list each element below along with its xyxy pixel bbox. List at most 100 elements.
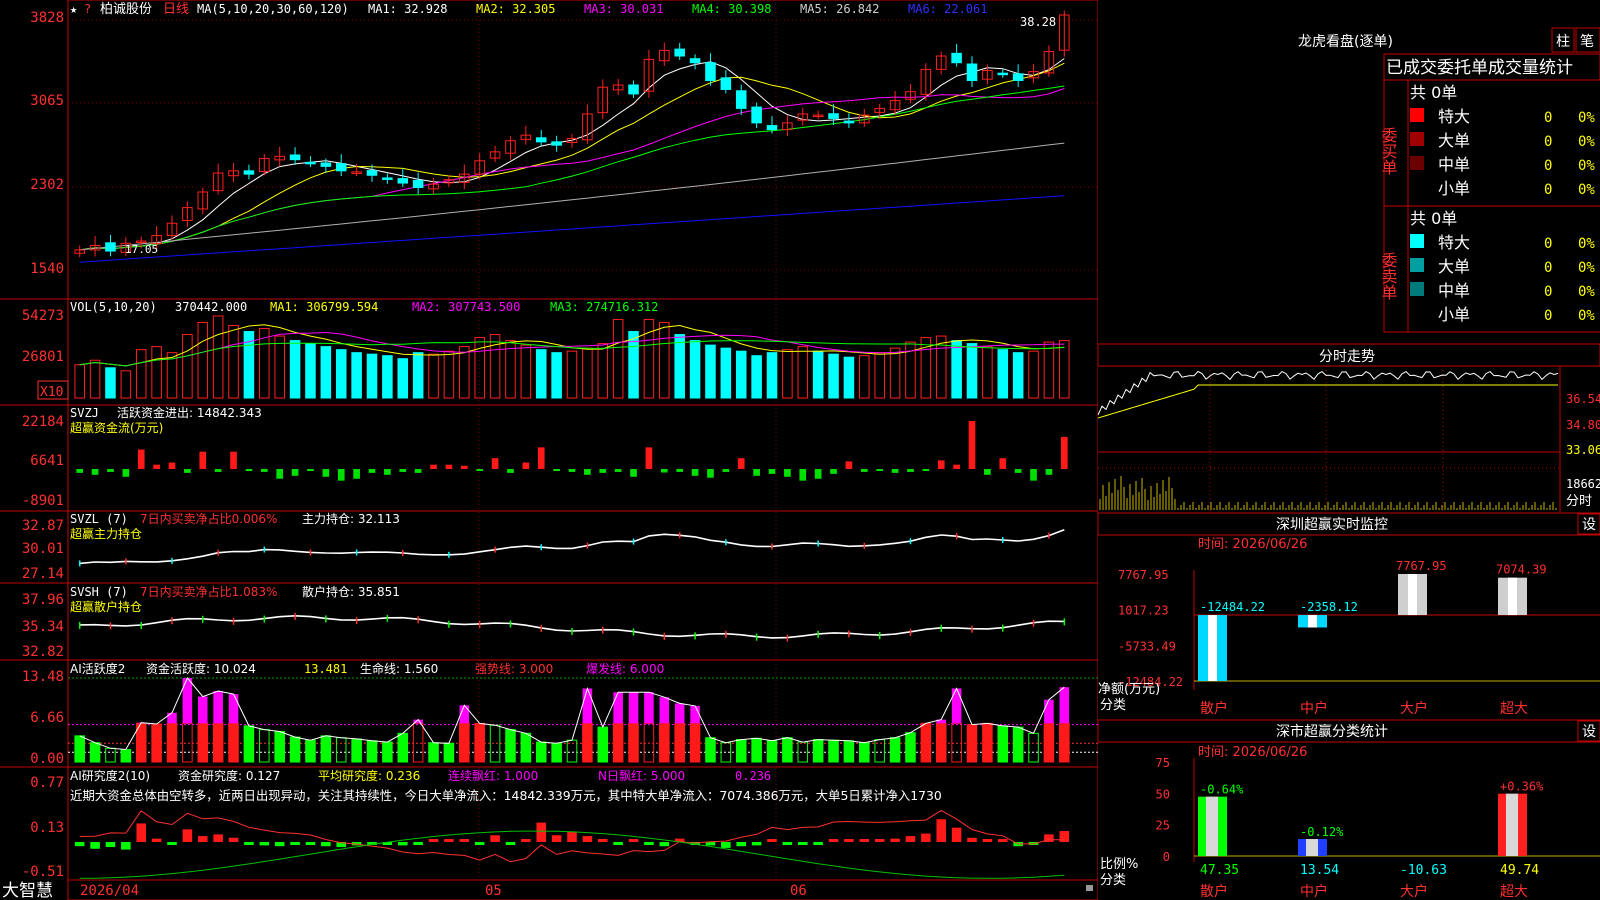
svzj-bar [799,469,807,481]
ai-active-bars [68,677,1098,763]
ai-active-bar [966,724,978,763]
candle-body [289,154,301,161]
lhb-title: 龙虎看盘(逐单) [1298,33,1393,50]
ai-y-tick-1: 13.48 [22,669,64,685]
svzj-bar [414,469,422,473]
buy-row-swatch [1410,132,1424,146]
low-price-label: 17.05 [125,243,158,256]
sell-row-name: 中单 [1438,281,1470,300]
svzl-y-tick-1: 32.87 [22,518,64,534]
ai-research-label2: 平均研究度: 0.236 [318,768,420,783]
candle-body [551,141,562,146]
intraday-chart[interactable] [1098,366,1561,512]
volume-bar [182,334,193,399]
period-label[interactable]: 日线 [163,2,189,17]
candle-body [1012,73,1024,82]
ai-active-bar [859,742,870,763]
ai-active-label3: 生命线: 1.560 [360,661,438,676]
ai-research-bar [798,842,808,845]
ma10-line [79,62,1065,251]
svzj-y-tick-1: 22184 [22,414,64,430]
ai-active-bar [443,742,455,763]
volume-bar [828,353,839,399]
ai-research-bar [305,842,316,845]
volume-bar [74,364,85,399]
ai-active-bar [920,722,932,763]
volume-bar [228,324,239,399]
volume-bar [889,347,901,399]
svzj-bar [1014,469,1022,473]
candle-body [320,162,332,167]
sz-classify-settings-label[interactable]: 设 [1582,724,1596,740]
ai-research-bar [782,842,793,845]
svzj-bar [614,469,622,472]
ai-research-bar [90,842,100,849]
ma-lines [79,58,1065,263]
ai-active-bar [689,722,701,763]
svzl-y-tick-3: 27.14 [22,566,64,582]
tab-volume-stats[interactable]: 成交量统计 [1488,58,1573,78]
sz-classify-value: 47.35 [1200,863,1239,878]
svzj-bar [891,469,899,473]
tab-orders[interactable]: 委托单 [1437,58,1488,78]
volume-bar [197,321,209,399]
res-y-tick-2: 0.13 [30,820,64,836]
tab-filled[interactable]: 已成交 [1386,58,1437,78]
ai-active-bar [182,722,193,763]
sz-monitor-title: 深圳超赢实时监控 [1276,516,1388,533]
ma6-value: MA6: 22.061 [908,2,987,16]
ai-active-bar [889,737,901,763]
ai-research-bar [290,842,300,845]
ai-active-bar [766,740,778,763]
svzj-bar [845,461,853,469]
sz-classify-chart: 75 50 25 0 -0.64% 47.35 散户 -0.12% 13.54 中户 -10.63 大… [1156,756,1600,900]
ai-active-bar-top [1044,699,1054,724]
ai-active-bar-top [674,703,685,724]
ai-research-bar [474,842,485,845]
sell-row-name: 特大 [1438,233,1470,252]
svzj-bar [968,421,976,469]
ai-active-bar [812,739,824,763]
ai-active-bar-top [1059,687,1070,724]
ai-research-bar [259,842,270,846]
ai-research-label5: 0.236 [735,769,771,783]
ai-active-bar [105,747,116,763]
buy-orders-label: 委买单 [1379,127,1398,175]
svzj-bar [537,447,545,469]
ai-active-bar [505,729,516,763]
volume-bar [274,335,285,399]
stroke-button-label[interactable]: 笔 [1580,34,1594,50]
x-label-apr: 2026/04 [80,883,139,899]
buy-row-swatch [1410,108,1424,122]
sz-monitor-time: 时间: 2026/06/26 [1198,537,1307,552]
ai-active-bar [305,739,316,763]
svsh-y-tick-2: 35.34 [22,619,64,635]
volume-bar [782,349,793,399]
volume-bar [397,358,409,399]
high-price-label: 38.28 [1020,15,1056,29]
intraday-price-line [1098,370,1559,416]
buy-row-pct: 0% [1578,110,1595,126]
sz-monitor-settings-label[interactable]: 设 [1582,517,1596,533]
ai-research-bars [74,809,1070,879]
svzj-bar [599,469,607,473]
stock-name[interactable]: 柏诚股份 [100,2,152,17]
intraday-title: 分时走势 [1319,349,1375,365]
ai-active-bar [228,722,239,763]
svzj-bar [784,469,791,477]
volume-bar [751,355,762,399]
ai-research-bar [490,835,500,842]
column-button-label[interactable]: 柱 [1556,34,1570,50]
sz-classify-y-tick: 0 [1163,850,1170,864]
volume-bar [1043,341,1055,399]
ai-active-bar [259,729,270,763]
ai-active-bar [735,739,747,763]
ai-active-bar-top [167,712,177,724]
kline-chart-area[interactable]: 3828 3065 2302 1540 54273 26801 22184 66… [0,0,1098,900]
svzj-bar [445,464,453,469]
ai-active-bar-top [582,688,593,724]
volume-bar [428,353,439,399]
sell-row-count: 0 [1544,260,1552,276]
svzj-bar [430,464,437,469]
res-y-tick-1: 0.77 [30,775,64,791]
